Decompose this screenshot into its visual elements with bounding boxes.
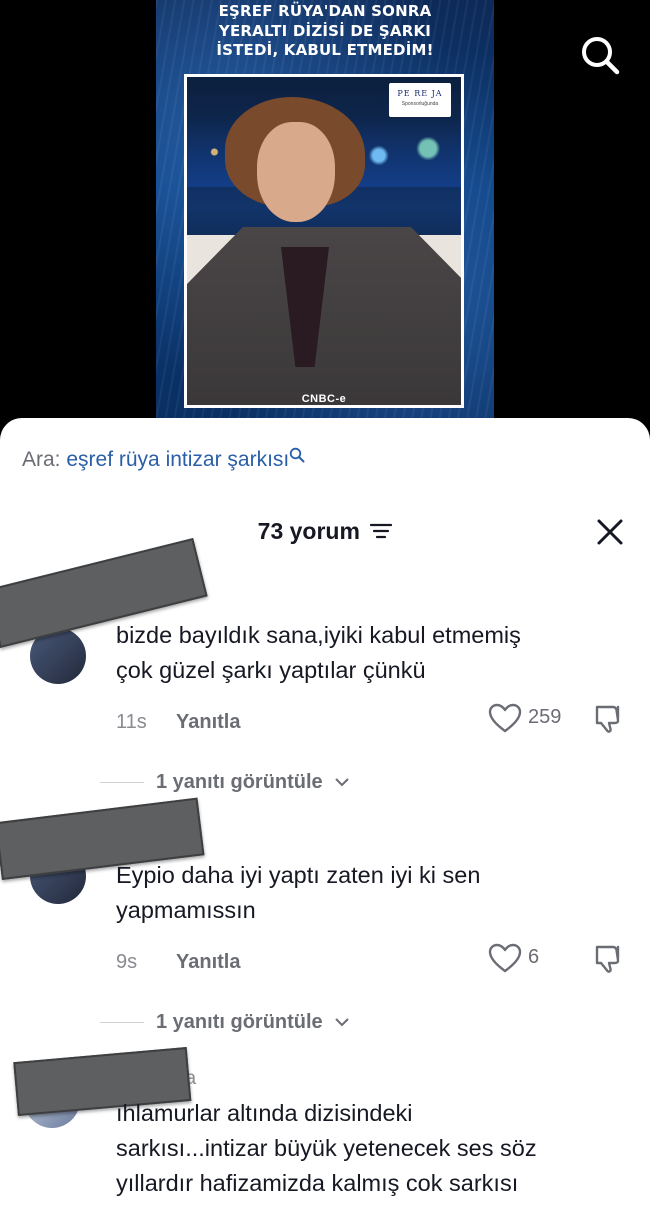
search-icon — [289, 445, 305, 469]
search-icon[interactable] — [579, 34, 621, 76]
comment-count-header: 73 yorum — [0, 518, 650, 546]
headline-line-2: YERALTI DİZİSİ DE ŞARKI — [218, 21, 432, 40]
like-count: 6 — [528, 946, 540, 968]
comment-text-line: yapmamıssın — [116, 897, 256, 923]
heart-icon[interactable] — [488, 703, 522, 733]
video-player[interactable]: EŞREF RÜYA'DAN SONRA YERALTI DİZİSİ DE Ş… — [0, 0, 650, 440]
sponsor-logo-text: PE RE JA — [397, 89, 443, 98]
comment-text-line: ıhlamurlar altında dizisindeki — [116, 1100, 413, 1126]
view-replies-label: 1 yanıtı görüntüle — [156, 1011, 323, 1033]
comment-text-line: bizde bayıldık sana,iyiki kabul etmemiş — [116, 622, 521, 648]
comment-timestamp: 11s — [116, 711, 147, 733]
video-headline: EŞREF RÜYA'DAN SONRA YERALTI DİZİSİ DE Ş… — [156, 2, 494, 61]
comments-sheet: Ara: eşref rüya intizar şarkısı 73 yorum — [0, 418, 650, 1218]
dislike-icon[interactable] — [594, 942, 626, 974]
reply-button[interactable]: Yanıtla — [176, 951, 240, 974]
related-search-query[interactable]: eşref rüya intizar şarkısı — [66, 448, 289, 471]
headline-line-3: İSTEDİ, KABUL ETMEDİM! — [216, 41, 434, 59]
related-search[interactable]: Ara: eşref rüya intizar şarkısı — [22, 447, 305, 472]
comment-count: 73 yorum — [257, 518, 360, 544]
chevron-down-icon — [334, 1011, 350, 1034]
heart-icon[interactable] — [488, 943, 522, 973]
comment-text: ıhlamurlar altında dizisindeki sarkısı..… — [116, 1096, 636, 1201]
like-count: 259 — [528, 706, 562, 728]
dislike-icon[interactable] — [594, 702, 626, 734]
comment-text-line: Eypio daha iyi yaptı zaten iyi ki sen — [116, 862, 481, 888]
view-replies-button[interactable]: 1 yanıtı görüntüle — [100, 771, 350, 794]
related-search-prefix: Ara: — [22, 448, 61, 471]
view-replies-button[interactable]: 1 yanıtı görüntüle — [100, 1011, 350, 1034]
video-thumbnail: EŞREF RÜYA'DAN SONRA YERALTI DİZİSİ DE Ş… — [156, 0, 494, 418]
comment-text: bizde bayıldık sana,iyiki kabul etmemiş … — [116, 618, 636, 688]
view-replies-label: 1 yanıtı görüntüle — [156, 771, 323, 793]
comment-text: Eypio daha iyi yaptı zaten iyi ki sen ya… — [116, 858, 636, 928]
comment-timestamp: 9s — [116, 951, 138, 973]
headline-line-1: EŞREF RÜYA'DAN SONRA — [218, 2, 432, 20]
reply-button[interactable]: Yanıtla — [176, 711, 240, 734]
sponsor-logo: PE RE JA Sponsorluğunda — [389, 83, 451, 117]
filter-icon[interactable] — [370, 519, 393, 546]
comment-text-line: yıllardır hafizamizda kalmış cok sarkısı — [116, 1170, 519, 1196]
channel-logo: CNBC-e — [301, 393, 347, 405]
sponsor-subtitle: Sponsorluğunda — [401, 101, 439, 107]
chevron-down-icon — [334, 771, 350, 794]
comment-text-line: çok güzel şarkı yaptılar çünkü — [116, 657, 426, 683]
close-icon[interactable] — [594, 516, 626, 548]
interview-photo: PE RE JA Sponsorluğunda CNBC-e — [184, 74, 464, 408]
comment-text-line: sarkısı...intizar büyük yetenecek ses sö… — [116, 1135, 537, 1161]
